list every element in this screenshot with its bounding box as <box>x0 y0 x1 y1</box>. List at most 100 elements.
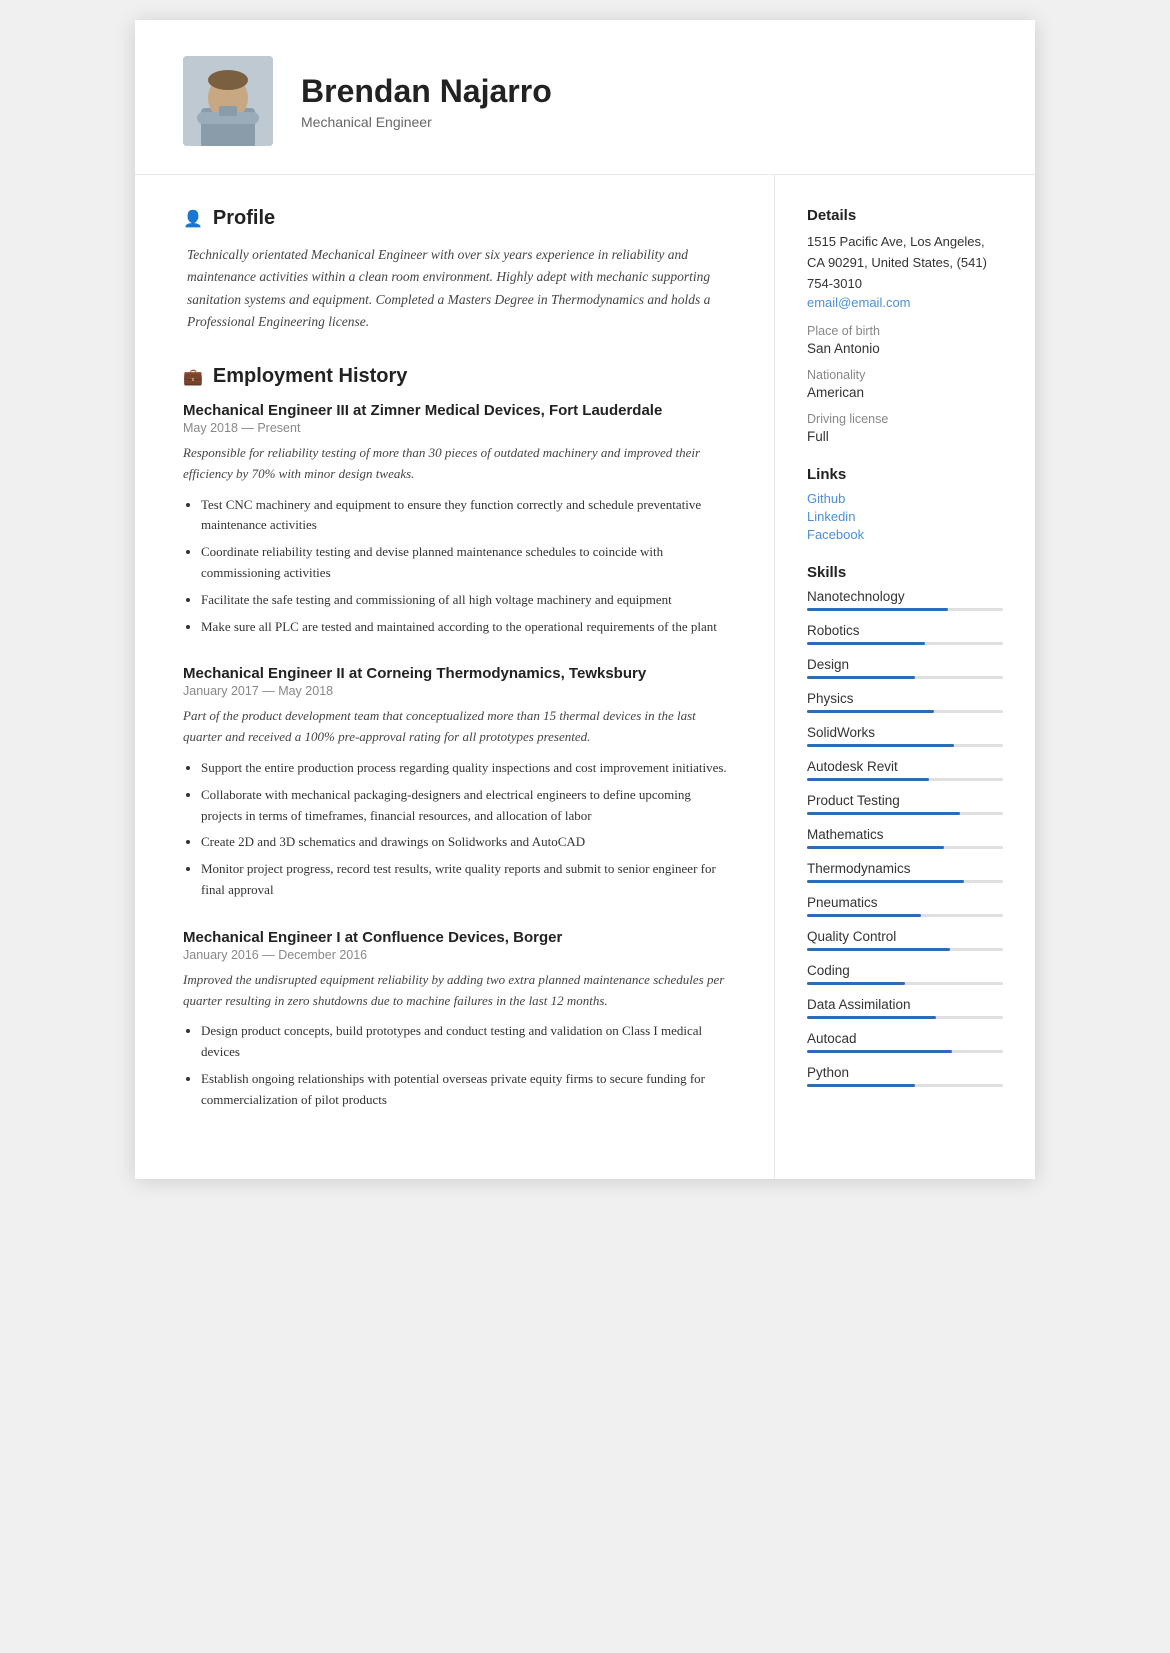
skill-bar-background <box>807 710 1003 713</box>
right-column: Details 1515 Pacific Ave, Los Angeles, C… <box>775 175 1035 1179</box>
skill-bar-fill <box>807 744 954 747</box>
links-section: Links Github Linkedin Facebook <box>807 466 1003 542</box>
skill-bar-fill <box>807 608 948 611</box>
link-item[interactable]: Facebook <box>807 527 1003 542</box>
job-dates: January 2017 — May 2018 <box>183 684 734 698</box>
job-entry: Mechanical Engineer III at Zimner Medica… <box>183 402 734 637</box>
skill-name: Robotics <box>807 623 1003 638</box>
place-of-birth-value: San Antonio <box>807 341 1003 356</box>
nationality-value: American <box>807 385 1003 400</box>
header-info: Brendan Najarro Mechanical Engineer <box>301 73 552 130</box>
resume-container: Brendan Najarro Mechanical Engineer 👤 Pr… <box>135 20 1035 1179</box>
job-bullets: Support the entire production process re… <box>183 758 734 901</box>
list-item: Create 2D and 3D schematics and drawings… <box>201 832 734 853</box>
skill-name: Nanotechnology <box>807 589 1003 604</box>
skill-name: Mathematics <box>807 827 1003 842</box>
skill-item: Autocad <box>807 1031 1003 1053</box>
driving-license-label: Driving license <box>807 412 1003 426</box>
skill-bar-fill <box>807 880 964 883</box>
profile-icon: 👤 <box>183 209 203 229</box>
skill-item: Physics <box>807 691 1003 713</box>
links-title: Links <box>807 466 1003 483</box>
skill-bar-background <box>807 608 1003 611</box>
avatar <box>183 56 273 146</box>
skill-item: Autodesk Revit <box>807 759 1003 781</box>
list-item: Make sure all PLC are tested and maintai… <box>201 617 734 638</box>
left-column: 👤 Profile Technically orientated Mechani… <box>135 175 775 1179</box>
links-container: Github Linkedin Facebook <box>807 491 1003 542</box>
nationality-label: Nationality <box>807 368 1003 382</box>
job-bullets: Test CNC machinery and equipment to ensu… <box>183 495 734 638</box>
email-link[interactable]: email@email.com <box>807 295 911 310</box>
skill-bar-background <box>807 744 1003 747</box>
profile-text: Technically orientated Mechanical Engine… <box>183 244 734 333</box>
employment-icon: 💼 <box>183 367 203 387</box>
skill-item: Robotics <box>807 623 1003 645</box>
skill-bar-background <box>807 880 1003 883</box>
job-bullets: Design product concepts, build prototype… <box>183 1021 734 1110</box>
job-description: Part of the product development team tha… <box>183 706 734 748</box>
employment-header: 💼 Employment History <box>183 365 734 388</box>
job-title: Mechanical Engineer III at Zimner Medica… <box>183 402 734 419</box>
skill-item: Coding <box>807 963 1003 985</box>
job-title: Mechanical Engineer I at Confluence Devi… <box>183 929 734 946</box>
list-item: Support the entire production process re… <box>201 758 734 779</box>
link-item[interactable]: Linkedin <box>807 509 1003 524</box>
skill-bar-fill <box>807 982 905 985</box>
skill-bar-background <box>807 778 1003 781</box>
skill-name: Autodesk Revit <box>807 759 1003 774</box>
list-item: Collaborate with mechanical packaging-de… <box>201 785 734 827</box>
skill-item: Product Testing <box>807 793 1003 815</box>
skill-bar-background <box>807 676 1003 679</box>
skill-bar-background <box>807 1016 1003 1019</box>
skill-name: Coding <box>807 963 1003 978</box>
candidate-title: Mechanical Engineer <box>301 114 552 130</box>
skill-bar-background <box>807 812 1003 815</box>
skill-item: Python <box>807 1065 1003 1087</box>
skill-name: Thermodynamics <box>807 861 1003 876</box>
skill-name: Python <box>807 1065 1003 1080</box>
skill-name: Pneumatics <box>807 895 1003 910</box>
details-title: Details <box>807 207 1003 224</box>
skill-bar-fill <box>807 914 921 917</box>
skill-bar-fill <box>807 1016 936 1019</box>
skill-bar-background <box>807 1084 1003 1087</box>
skill-name: Design <box>807 657 1003 672</box>
job-entry: Mechanical Engineer II at Corneing Therm… <box>183 665 734 900</box>
jobs-container: Mechanical Engineer III at Zimner Medica… <box>183 402 734 1111</box>
skill-bar-fill <box>807 1050 952 1053</box>
skill-item: Nanotechnology <box>807 589 1003 611</box>
skill-bar-fill <box>807 642 925 645</box>
job-description: Improved the undisrupted equipment relia… <box>183 970 734 1012</box>
skill-bar-background <box>807 948 1003 951</box>
list-item: Design product concepts, build prototype… <box>201 1021 734 1063</box>
skill-item: Pneumatics <box>807 895 1003 917</box>
link-item[interactable]: Github <box>807 491 1003 506</box>
job-dates: January 2016 — December 2016 <box>183 948 734 962</box>
skill-name: Physics <box>807 691 1003 706</box>
body: 👤 Profile Technically orientated Mechani… <box>135 175 1035 1179</box>
skill-bar-fill <box>807 1084 915 1087</box>
header: Brendan Najarro Mechanical Engineer <box>135 20 1035 175</box>
skill-bar-background <box>807 642 1003 645</box>
skill-name: Autocad <box>807 1031 1003 1046</box>
skill-item: SolidWorks <box>807 725 1003 747</box>
employment-title: Employment History <box>213 365 407 388</box>
profile-header: 👤 Profile <box>183 207 734 230</box>
skill-name: Data Assimilation <box>807 997 1003 1012</box>
skills-section: Skills Nanotechnology Robotics Design Physi… <box>807 564 1003 1087</box>
list-item: Coordinate reliability testing and devis… <box>201 542 734 584</box>
list-item: Monitor project progress, record test re… <box>201 859 734 901</box>
profile-title: Profile <box>213 207 275 230</box>
skills-title: Skills <box>807 564 1003 581</box>
skill-item: Design <box>807 657 1003 679</box>
skill-bar-fill <box>807 846 944 849</box>
skill-bar-fill <box>807 778 929 781</box>
job-description: Responsible for reliability testing of m… <box>183 443 734 485</box>
skill-bar-background <box>807 914 1003 917</box>
list-item: Establish ongoing relationships with pot… <box>201 1069 734 1111</box>
skill-bar-background <box>807 1050 1003 1053</box>
candidate-name: Brendan Najarro <box>301 73 552 110</box>
details-section: Details 1515 Pacific Ave, Los Angeles, C… <box>807 207 1003 444</box>
skill-bar-background <box>807 982 1003 985</box>
